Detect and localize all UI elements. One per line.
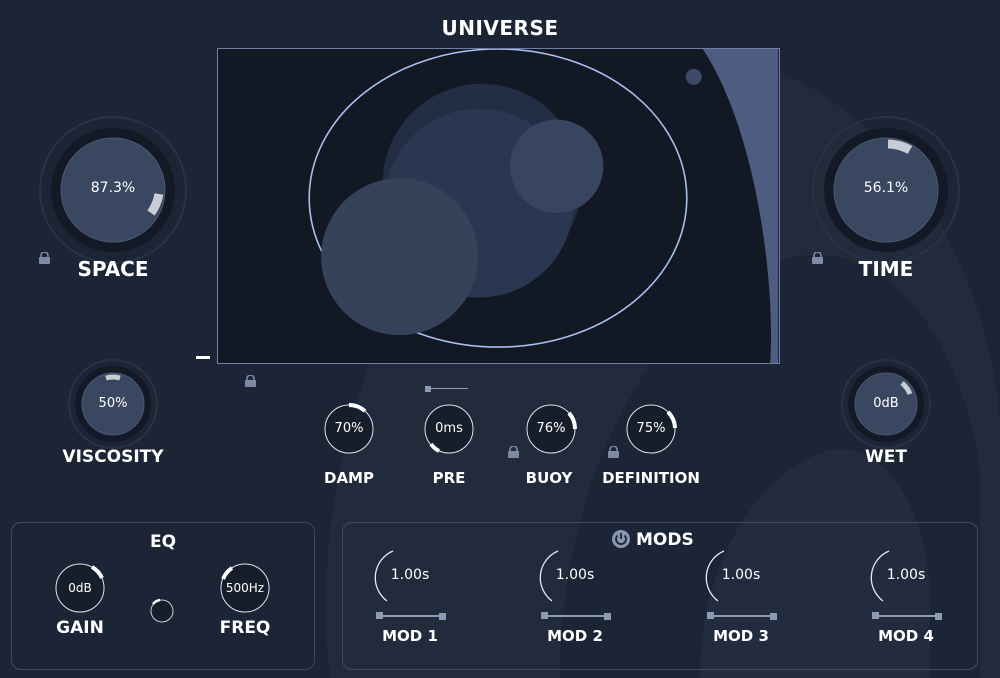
lock-icon[interactable] [811,252,824,264]
time-value: 56.1% [863,180,909,196]
mod-1-label: MOD 1 [382,627,438,645]
mod-3-slider-track[interactable] [711,615,773,617]
display-corner-shape [702,49,779,363]
mod-2-label: MOD 2 [547,627,603,645]
eq-freq-label: FREQ [219,618,271,638]
damp-label: DAMP [324,469,374,487]
definition-value: 75% [636,421,666,436]
display-handle[interactable] [196,356,210,359]
pre-label: PRE [432,469,466,487]
eq-freq-value: 500Hz [225,581,265,595]
eq-gain-value: 0dB [68,581,92,595]
lock-icon[interactable] [607,446,620,458]
mod-3-value: 1.00s [721,567,761,583]
eq-gain-label: GAIN [56,618,104,638]
lock-icon[interactable] [244,375,257,387]
pre-value: 0ms [435,421,463,436]
mod-4-slider-track[interactable] [876,615,938,617]
mod-1-slider-end[interactable] [439,613,446,620]
mod-4-slider-end[interactable] [935,613,942,620]
plugin-title: UNIVERSE [441,16,559,40]
viscosity-value: 50% [98,396,128,411]
space-value: 87.3% [90,180,136,196]
eq-center-knob[interactable] [148,597,176,625]
damp-value: 70% [334,421,364,436]
mod-4-value: 1.00s [886,567,926,583]
wet-label: WET [865,447,907,467]
mod-3-slider-end[interactable] [770,613,777,620]
time-label: TIME [858,257,914,281]
sphere-front [321,178,479,336]
mod-1-slider-track[interactable] [380,615,442,617]
viscosity-label: VISCOSITY [62,447,164,467]
buoy-label: BUOY [525,469,573,487]
mod-2-slider-end[interactable] [604,613,611,620]
position-indicator-dot[interactable] [685,68,702,85]
mod-4-label: MOD 4 [878,627,934,645]
power-icon[interactable] [611,529,631,549]
mod-1-value: 1.00s [390,567,430,583]
mod-3-label: MOD 3 [713,627,769,645]
mod-2-slider-track[interactable] [545,615,607,617]
pre-slider-handle[interactable] [425,386,431,392]
buoy-value: 76% [536,421,566,436]
wet-value: 0dB [873,396,899,411]
lock-icon[interactable] [38,252,51,264]
universe-display[interactable] [217,48,780,364]
lock-icon[interactable] [507,446,520,458]
universe-visualizer [308,49,779,363]
pre-slider-track[interactable] [430,388,468,389]
mod-2-value: 1.00s [555,567,595,583]
definition-label: DEFINITION [602,469,700,487]
sphere-small [509,119,604,213]
space-label: SPACE [77,257,149,281]
eq-title: EQ [149,532,177,552]
